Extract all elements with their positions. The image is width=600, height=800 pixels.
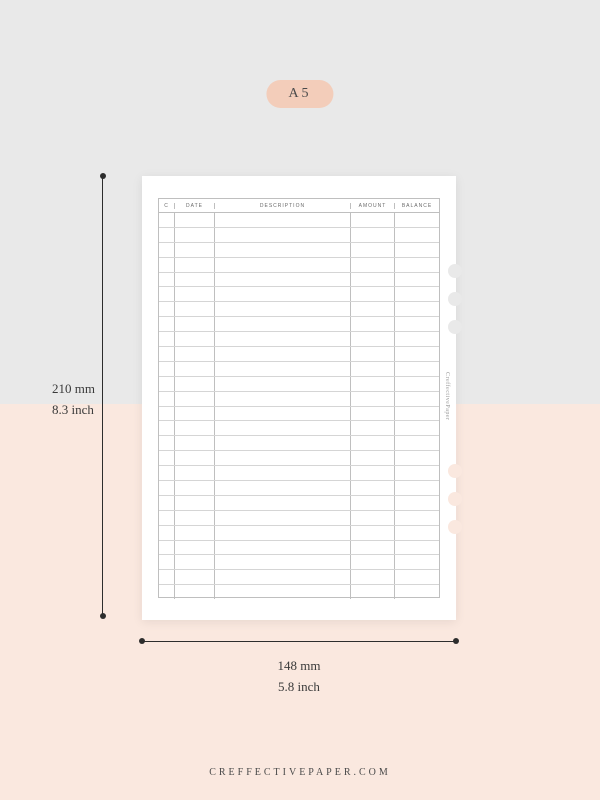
ledger-row [159, 555, 439, 570]
ledger-row [159, 287, 439, 302]
ledger-row [159, 228, 439, 243]
col-header-date: DATE [175, 203, 215, 209]
ledger-row [159, 466, 439, 481]
col-header-description: DESCRIPTION [215, 203, 351, 209]
ledger-row [159, 436, 439, 451]
binder-hole [448, 264, 462, 278]
height-mm: 210 mm [52, 379, 95, 400]
ledger-table: C DATE DESCRIPTION AMOUNT BALANCE [158, 198, 440, 598]
planner-page: C DATE DESCRIPTION AMOUNT BALANCE Creffe… [142, 176, 456, 620]
ledger-row [159, 302, 439, 317]
indicator-dot [100, 613, 106, 619]
ledger-row [159, 511, 439, 526]
col-header-balance: BALANCE [395, 203, 439, 209]
ledger-header-row: C DATE DESCRIPTION AMOUNT BALANCE [159, 199, 439, 213]
height-labels: 210 mm 8.3 inch [52, 379, 95, 421]
indicator-dot [453, 638, 459, 644]
ledger-row [159, 317, 439, 332]
ledger-row [159, 407, 439, 422]
ledger-row [159, 243, 439, 258]
ledger-row [159, 392, 439, 407]
ledger-row [159, 332, 439, 347]
height-line [102, 176, 103, 616]
binder-holes [446, 176, 466, 620]
binder-hole [448, 292, 462, 306]
ledger-row [159, 451, 439, 466]
ledger-body [159, 213, 439, 599]
ledger-row [159, 526, 439, 541]
binder-hole [448, 520, 462, 534]
indicator-dot [139, 638, 145, 644]
ledger-row [159, 541, 439, 556]
size-diagram: 210 mm 8.3 inch C DATE DESCRIPTION AMOUN… [96, 176, 536, 716]
ledger-row [159, 213, 439, 228]
ledger-row [159, 347, 439, 362]
binder-hole [448, 320, 462, 334]
height-indicator [96, 176, 106, 616]
width-line [142, 641, 456, 642]
ledger-row [159, 481, 439, 496]
size-badge: A5 [266, 80, 333, 108]
height-inch: 8.3 inch [52, 400, 95, 421]
ledger-row [159, 258, 439, 273]
width-indicator [142, 636, 456, 646]
col-header-amount: AMOUNT [351, 203, 395, 209]
width-labels: 148 mm 5.8 inch [142, 656, 456, 698]
ledger-row [159, 496, 439, 511]
ledger-row [159, 377, 439, 392]
width-inch: 5.8 inch [142, 677, 456, 698]
binder-hole [448, 492, 462, 506]
indicator-dot [100, 173, 106, 179]
binder-hole [448, 464, 462, 478]
ledger-row [159, 273, 439, 288]
ledger-row [159, 421, 439, 436]
width-mm: 148 mm [142, 656, 456, 677]
footer-brand: CREFFECTIVEPAPER.COM [0, 767, 600, 778]
ledger-row [159, 362, 439, 377]
ledger-row [159, 570, 439, 585]
ledger-row [159, 585, 439, 599]
col-header-c: C [159, 203, 175, 209]
